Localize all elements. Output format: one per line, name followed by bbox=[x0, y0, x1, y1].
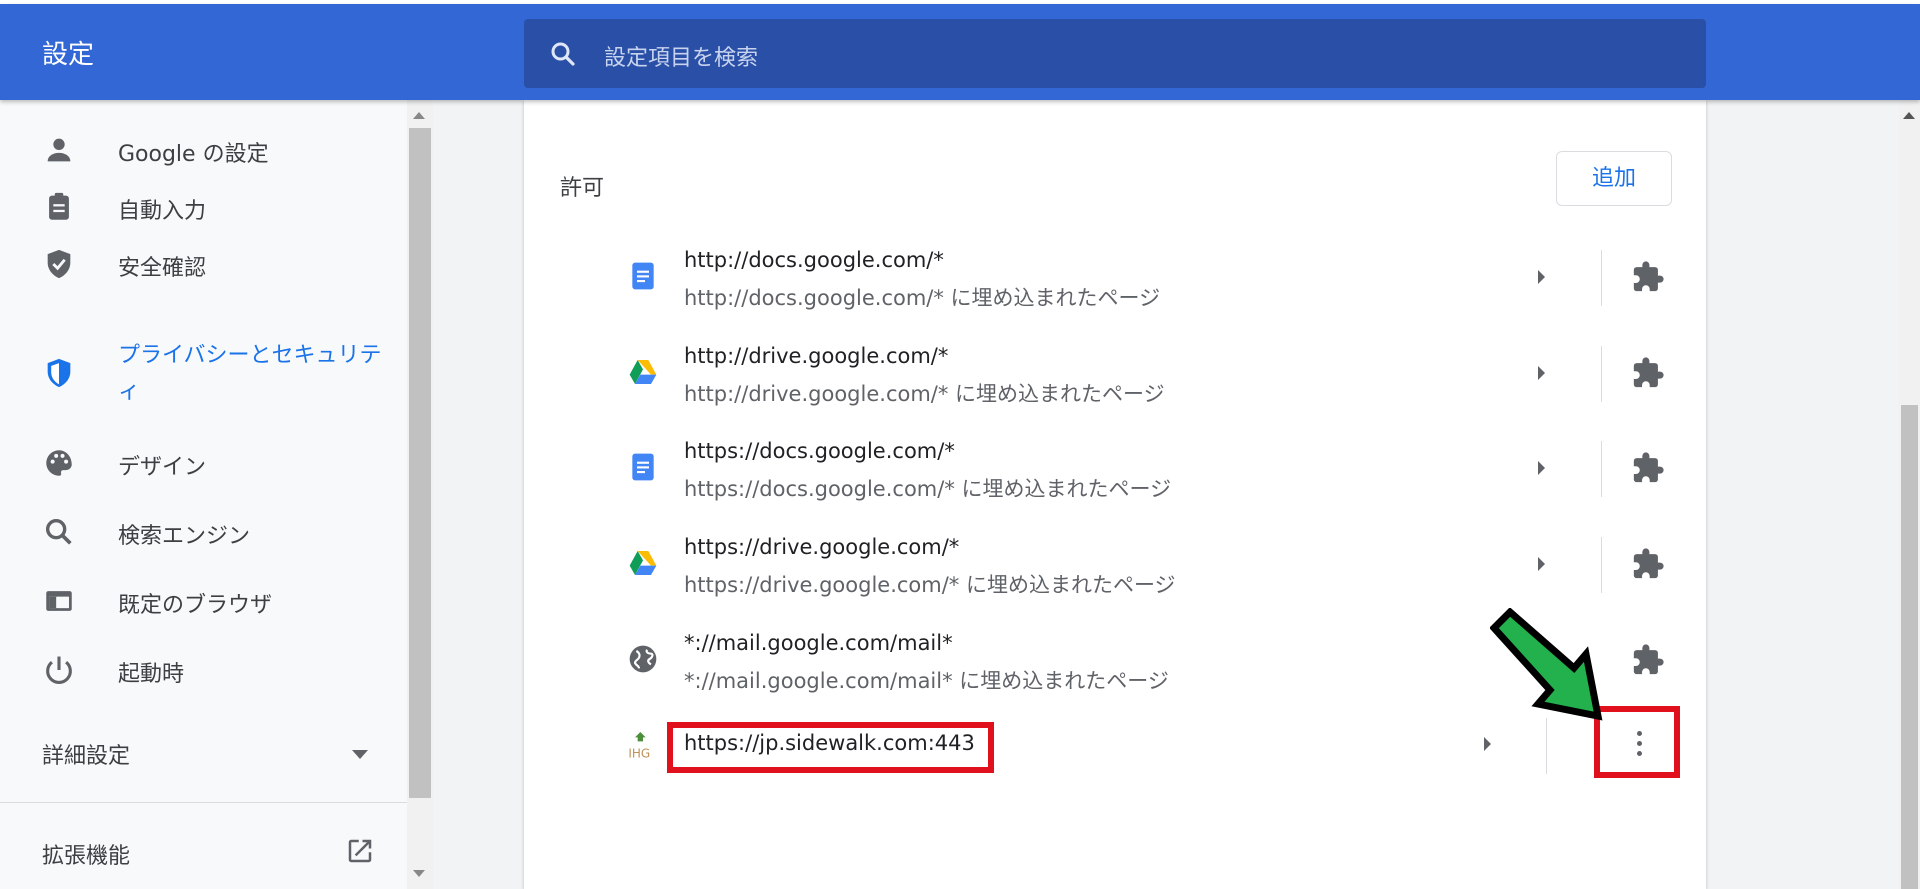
row-divider bbox=[1601, 441, 1602, 497]
site-url: *://mail.google.com/mail* bbox=[684, 631, 953, 655]
open-in-new-icon[interactable] bbox=[345, 836, 375, 866]
sidebar-item-label: 検索エンジン bbox=[118, 524, 251, 549]
site-url: https://drive.google.com/* bbox=[684, 535, 960, 559]
site-url: http://drive.google.com/* bbox=[684, 344, 949, 368]
shield-check-icon bbox=[47, 249, 71, 279]
more-vert-icon bbox=[1637, 731, 1643, 756]
sidebar-item-label: 既定のブラウザ bbox=[118, 593, 273, 618]
sidebar-item-label: Google の設定 bbox=[118, 142, 269, 167]
puzzle-icon[interactable] bbox=[1631, 547, 1665, 581]
sidebar-item-label: デザイン bbox=[118, 455, 207, 480]
sidebar-item-safety-check[interactable]: 安全確認 bbox=[0, 234, 407, 290]
site-row[interactable]: http://docs.google.com/* http://docs.goo… bbox=[524, 230, 1706, 326]
row-divider bbox=[1601, 346, 1602, 402]
site-url: http://docs.google.com/* bbox=[684, 248, 944, 272]
sidebar: Google の設定 自動入力 安全確認 プライバシーとセキュリティ デザイン bbox=[0, 100, 407, 889]
sidebar-item-startup[interactable]: 起動時 bbox=[0, 640, 407, 696]
clipboard-icon bbox=[49, 192, 69, 220]
sidebar-item-default-browser[interactable]: 既定のブラウザ bbox=[0, 571, 407, 627]
sidebar-item-label: 自動入力 bbox=[118, 199, 207, 224]
search-icon bbox=[551, 42, 575, 66]
extensions-link[interactable]: 拡張機能 bbox=[42, 838, 130, 870]
sidebar-item-google[interactable]: Google の設定 bbox=[0, 120, 407, 176]
google-drive-icon bbox=[629, 360, 657, 384]
svg-text:IHG: IHG bbox=[628, 746, 650, 760]
privacy-shield-icon bbox=[47, 358, 71, 388]
site-description: https://drive.google.com/* に埋め込まれたページ bbox=[684, 573, 1176, 597]
advanced-settings-toggle[interactable]: 詳細設定 bbox=[42, 738, 130, 770]
puzzle-icon[interactable] bbox=[1631, 260, 1665, 294]
sidebar-item-privacy[interactable]: プライバシーとセキュリティ bbox=[0, 338, 407, 408]
sidebar-item-label: 起動時 bbox=[118, 662, 185, 687]
scroll-down-icon[interactable] bbox=[413, 870, 425, 877]
puzzle-icon[interactable] bbox=[1631, 643, 1665, 677]
chevron-down-icon[interactable] bbox=[352, 750, 368, 759]
sidebar-item-label: プライバシーとセキュリティ bbox=[118, 343, 382, 404]
chevron-right-icon[interactable] bbox=[1484, 737, 1491, 751]
google-docs-icon bbox=[632, 453, 654, 481]
sidebar-item-label: 安全確認 bbox=[118, 256, 207, 281]
palette-icon bbox=[46, 450, 72, 476]
person-icon bbox=[47, 138, 71, 162]
site-favicon: IHG bbox=[628, 732, 650, 760]
scroll-up-icon[interactable] bbox=[1903, 112, 1915, 119]
google-docs-icon bbox=[632, 262, 654, 290]
row-divider bbox=[1601, 537, 1602, 593]
puzzle-icon[interactable] bbox=[1631, 356, 1665, 390]
site-row[interactable]: http://drive.google.com/* http://drive.g… bbox=[524, 326, 1706, 422]
page-scrollbar-thumb[interactable] bbox=[1901, 405, 1918, 889]
search-placeholder: 設定項目を検索 bbox=[604, 46, 759, 71]
chevron-right-icon[interactable] bbox=[1538, 366, 1545, 380]
sidebar-item-autofill[interactable]: 自動入力 bbox=[0, 177, 407, 233]
site-row[interactable]: https://docs.google.com/* https://docs.g… bbox=[524, 421, 1706, 517]
chevron-right-icon[interactable] bbox=[1538, 557, 1545, 571]
search-input[interactable]: 設定項目を検索 bbox=[524, 19, 1706, 88]
site-url: https://docs.google.com/* bbox=[684, 439, 955, 463]
sidebar-scrollbar-thumb[interactable] bbox=[409, 128, 431, 798]
section-title: 許可 bbox=[560, 176, 605, 201]
chevron-right-icon[interactable] bbox=[1538, 270, 1545, 284]
site-description: *://mail.google.com/mail* に埋め込まれたページ bbox=[684, 669, 1169, 693]
puzzle-icon[interactable] bbox=[1631, 451, 1665, 485]
sidebar-divider bbox=[0, 802, 407, 803]
globe-icon bbox=[629, 645, 657, 673]
sidebar-item-design[interactable]: デザイン bbox=[0, 433, 407, 489]
site-description: http://drive.google.com/* に埋め込まれたページ bbox=[684, 382, 1165, 406]
google-drive-icon bbox=[629, 551, 657, 575]
annotation-arrow-icon bbox=[1490, 608, 1603, 721]
chevron-right-icon[interactable] bbox=[1538, 461, 1545, 475]
browser-icon bbox=[46, 591, 72, 611]
add-button[interactable]: 追加 bbox=[1556, 151, 1672, 206]
page-title: 設定 bbox=[42, 40, 95, 70]
scroll-up-icon[interactable] bbox=[413, 112, 425, 119]
site-row[interactable]: https://drive.google.com/* https://drive… bbox=[524, 517, 1706, 613]
url-highlight-box bbox=[667, 722, 994, 773]
site-description: https://docs.google.com/* に埋め込まれたページ bbox=[684, 477, 1172, 501]
power-icon bbox=[46, 656, 72, 684]
sidebar-item-search-engine[interactable]: 検索エンジン bbox=[0, 502, 407, 558]
app-header: 設定 設定項目を検索 bbox=[0, 4, 1920, 100]
row-divider bbox=[1601, 250, 1602, 306]
search-icon bbox=[45, 518, 72, 545]
site-description: http://docs.google.com/* に埋め込まれたページ bbox=[684, 286, 1161, 310]
